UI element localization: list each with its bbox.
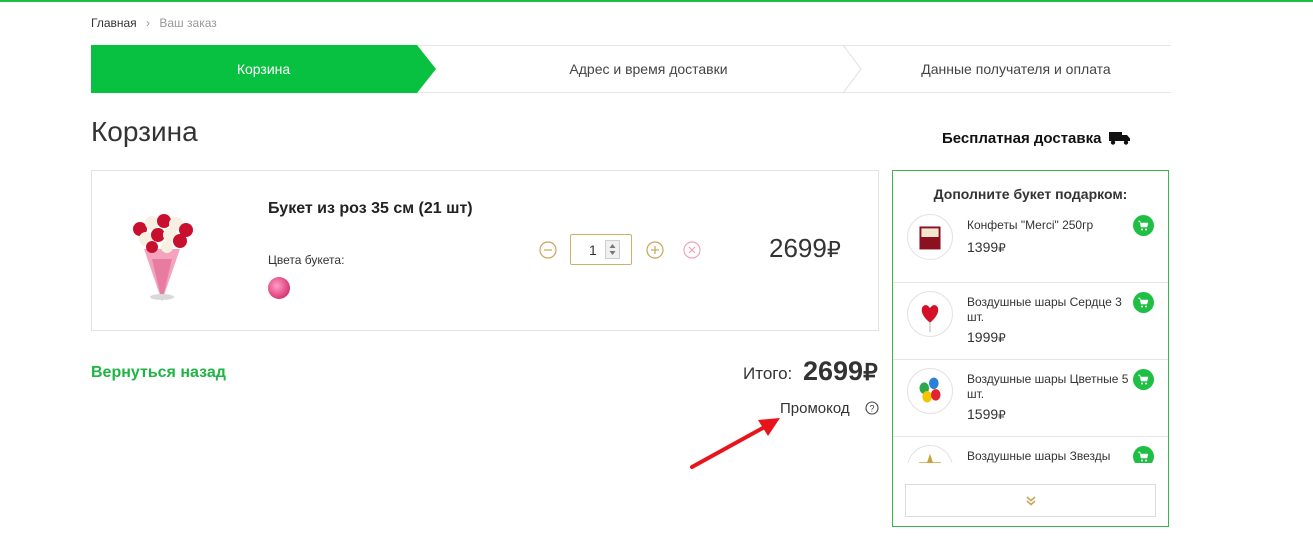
breadcrumb: Главная › Ваш заказ (91, 16, 217, 30)
gift-name: Воздушные шары Сердце 3 шт. (967, 295, 1122, 324)
heart-balloons-icon (907, 291, 953, 337)
total-value: 2699₽ (803, 356, 878, 387)
cart-icon (1138, 451, 1149, 462)
gift-currency: ₽ (998, 408, 1006, 422)
add-to-cart-button[interactable] (1133, 446, 1154, 463)
page-title: Корзина (91, 116, 198, 147)
cart-item: Букет из роз 35 см (21 шт) Цвета букета:… (91, 170, 879, 331)
step-address-label: Адрес и время доставки (569, 61, 728, 77)
gift-name: Воздушные шары Цветные 5 шт. (967, 372, 1129, 401)
gift-item[interactable]: Конфеты "Merci" 250гр 1399₽ (893, 205, 1168, 283)
gift-currency: ₽ (998, 241, 1006, 255)
cart-icon (1138, 297, 1149, 308)
remove-item-icon[interactable] (683, 241, 701, 259)
cart-icon (1138, 374, 1149, 385)
promo-code-link[interactable]: Промокод (780, 400, 850, 417)
total-currency: ₽ (863, 359, 878, 385)
svg-text:?: ? (869, 404, 874, 414)
currency-sign: ₽ (826, 237, 841, 262)
step-cart-label: Корзина (236, 61, 291, 77)
add-to-cart-button[interactable] (1133, 292, 1154, 313)
gift-suggestions-panel: Дополните букет подарком: Конфеты "Merci… (892, 170, 1169, 527)
step-separator-icon (842, 45, 862, 93)
breadcrumb-home[interactable]: Главная (91, 16, 137, 30)
gift-item[interactable]: Воздушные шары Сердце 3 шт. 1999₽ (893, 282, 1168, 360)
step-recipient-payment[interactable]: Данные получателя и оплата (861, 45, 1171, 93)
show-more-gifts-button[interactable] (905, 484, 1156, 517)
quantity-value: 1 (589, 242, 597, 258)
item-price: 2699₽ (769, 233, 841, 264)
bouquet-image (133, 214, 193, 301)
color-balloons-icon (907, 368, 953, 414)
top-accent-line (0, 0, 1313, 2)
step-cart[interactable]: Корзина (91, 45, 436, 93)
checkout-steps: Корзина Адрес и время доставки Данные по… (91, 45, 1171, 93)
product-name[interactable]: Букет из роз 35 см (21 шт) (268, 200, 473, 218)
total-amount: 2699 (803, 356, 864, 386)
back-link[interactable]: Вернуться назад (91, 364, 226, 382)
truck-icon (1109, 132, 1130, 145)
decrease-quantity-icon[interactable] (539, 241, 557, 259)
free-delivery-label: Бесплатная доставка (942, 130, 1102, 147)
add-to-cart-button[interactable] (1133, 369, 1154, 390)
double-chevron-down-icon (1025, 495, 1036, 506)
gift-price-value: 1599 (967, 406, 999, 422)
colors-label: Цвета букета: (268, 253, 345, 267)
quantity-input[interactable]: 1 (570, 234, 632, 265)
gift-price-value: 1999 (967, 329, 999, 345)
cart-icon (1138, 220, 1149, 231)
step-address[interactable]: Адрес и время доставки (436, 45, 861, 93)
gift-name: Воздушные шары Звезды (967, 449, 1111, 463)
gift-item[interactable]: Воздушные шары Цветные 5 шт. 1599₽ (893, 359, 1168, 437)
gift-price-value: 1399 (967, 239, 999, 255)
breadcrumb-separator-icon: › (146, 16, 151, 30)
add-to-cart-button[interactable] (1133, 215, 1154, 236)
gift-item[interactable]: Воздушные шары Звезды (893, 436, 1168, 463)
gift-price: 1999₽ (967, 329, 1006, 345)
gift-panel-title: Дополните букет подарком: (933, 186, 1128, 202)
gift-currency: ₽ (998, 331, 1006, 345)
gift-price: 1399₽ (967, 239, 1006, 255)
candy-box-icon (907, 214, 953, 260)
increase-quantity-icon[interactable] (646, 241, 664, 259)
step-recipient-label: Данные получателя и оплата (921, 61, 1111, 77)
gift-price: 1599₽ (967, 406, 1006, 422)
gift-name: Конфеты "Merci" 250гр (967, 218, 1094, 232)
star-balloons-icon (907, 445, 953, 463)
annotation-arrow-icon (690, 418, 780, 469)
color-swatch-pink[interactable] (268, 277, 290, 299)
quantity-spinner[interactable] (605, 240, 620, 259)
help-icon[interactable]: ? (865, 401, 879, 415)
spinner-arrows-icon (609, 244, 616, 255)
total-label: Итого: (743, 364, 793, 383)
gift-list[interactable]: Конфеты "Merci" 250гр 1399₽ Воздушные ша… (893, 205, 1168, 463)
breadcrumb-current: Ваш заказ (159, 16, 217, 30)
item-price-value: 2699 (769, 233, 827, 263)
